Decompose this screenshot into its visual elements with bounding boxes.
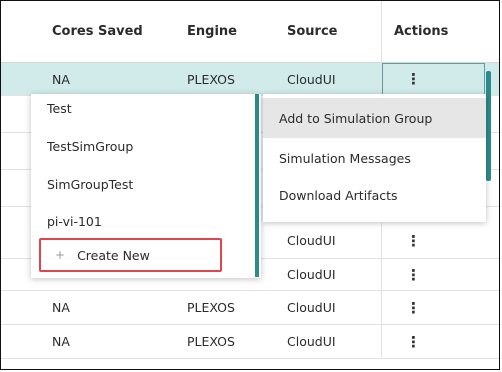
engine-cell: PLEXOS [187, 300, 235, 315]
source-cell: CloudUI [287, 233, 336, 248]
table-header: Cores Saved Engine Source Actions [1, 1, 499, 63]
engine-cell: PLEXOS [187, 334, 235, 349]
source-cell: CloudUI [287, 71, 336, 87]
create-new-label: Create New [77, 247, 150, 263]
row-actions-menu: Add to Simulation Group Simulation Messa… [263, 94, 486, 222]
source-cell: CloudUI [287, 300, 336, 315]
actions-cell: ⋮ [381, 291, 499, 324]
table-row[interactable] [1, 359, 499, 369]
simulation-messages-item[interactable]: Simulation Messages [263, 138, 486, 178]
header-actions: Actions [381, 1, 499, 62]
screenshot-frame: Cores Saved Engine Source Actions NA PLE… [0, 0, 500, 370]
cores-saved-cell: NA [52, 71, 70, 87]
active-actions-cell-outline [382, 63, 485, 96]
kebab-menu-icon[interactable]: ⋮ [404, 232, 421, 250]
group-option[interactable]: TestSimGroup [47, 139, 133, 154]
actions-cell: ⋮ [381, 223, 499, 258]
group-option[interactable]: SimGroupTest [47, 177, 133, 192]
header-engine[interactable]: Engine [171, 1, 271, 62]
kebab-menu-icon[interactable]: ⋮ [404, 333, 421, 351]
table-row[interactable]: NA PLEXOS CloudUI ⋮ [1, 325, 499, 359]
engine-cell: PLEXOS [187, 71, 235, 87]
actions-cell: ⋮ [381, 325, 499, 358]
header-source[interactable]: Source [271, 1, 381, 62]
actions-cell: ⋮ [381, 259, 499, 290]
table-row[interactable]: NA PLEXOS CloudUI ⋮ [1, 291, 499, 325]
group-option[interactable]: Test [47, 101, 72, 116]
source-cell: CloudUI [287, 334, 336, 349]
context-menu-scrollbar[interactable] [486, 71, 491, 181]
header-cores-saved[interactable]: Cores Saved [1, 1, 171, 62]
create-new-button[interactable]: + Create New [39, 238, 222, 272]
cores-saved-cell: NA [52, 300, 70, 315]
download-artifacts-item[interactable]: Download Artifacts [263, 175, 486, 215]
add-to-simulation-group-item[interactable]: Add to Simulation Group [263, 98, 486, 138]
kebab-menu-icon[interactable]: ⋮ [404, 299, 421, 317]
group-dropdown-scrollbar[interactable] [255, 94, 259, 277]
cores-saved-cell: NA [52, 334, 70, 349]
plus-icon: + [55, 248, 66, 262]
source-cell: CloudUI [287, 267, 336, 282]
kebab-menu-icon[interactable]: ⋮ [404, 266, 421, 284]
group-option[interactable]: pi-vi-101 [47, 214, 102, 229]
